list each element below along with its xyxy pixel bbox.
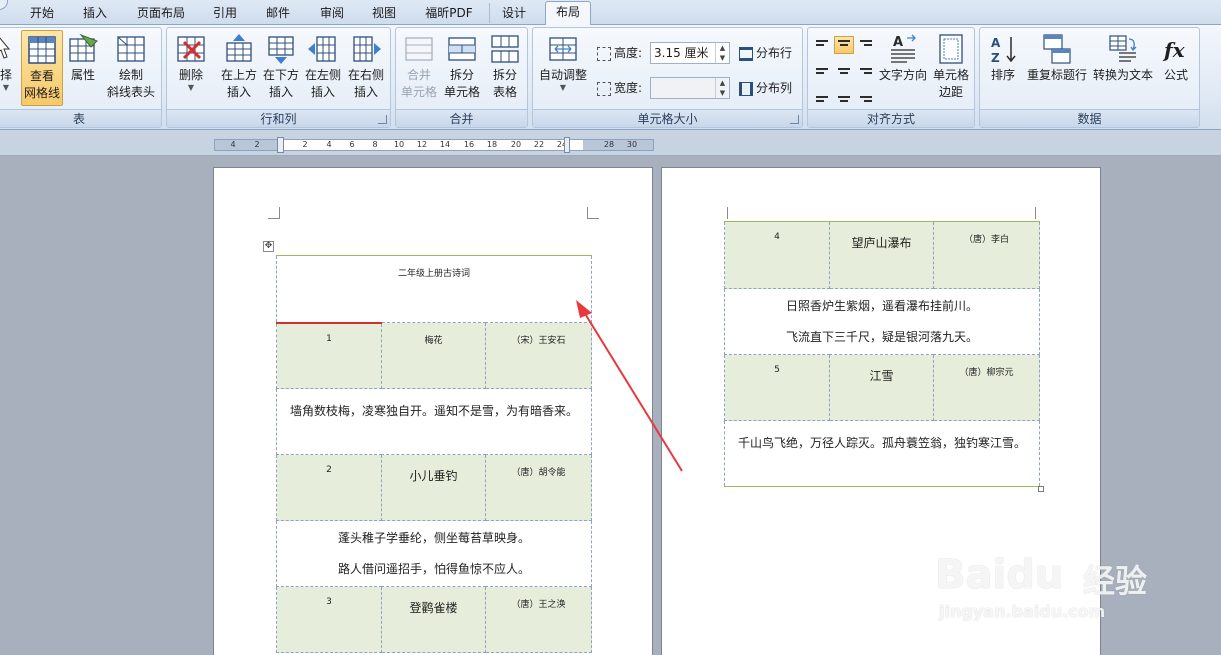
watermark-brand: Baidu [935, 552, 1064, 598]
watermark-url: jingyan.baidu.com [939, 602, 1106, 621]
watermark-cn: 经验 [1083, 562, 1148, 600]
baidu-jingyan-watermark: Baidu 经验 jingyan.baidu.com [935, 532, 1165, 650]
